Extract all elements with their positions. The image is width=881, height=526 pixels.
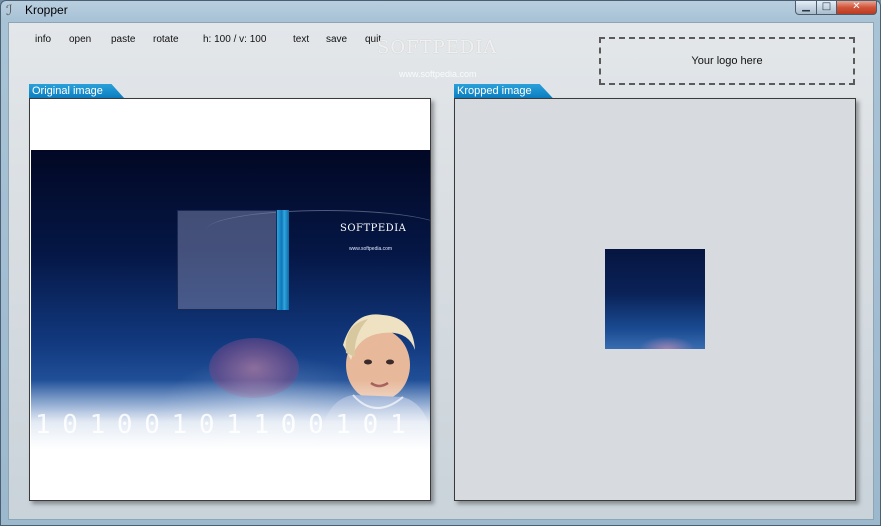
menu-item-open[interactable]: open: [69, 34, 91, 45]
tab-kropped-image: Kropped image: [454, 84, 554, 99]
logo-placeholder: Your logo here: [599, 37, 855, 85]
kropped-image-panel: [454, 98, 856, 501]
close-button[interactable]: ✕: [837, 1, 877, 15]
binary-digits-decoration: 1 0 1 0 0 1 0 1 1 0 0 1 0 1: [35, 410, 406, 440]
minimize-button[interactable]: ▁: [795, 1, 817, 15]
logo-placeholder-text: Your logo here: [691, 55, 763, 67]
client-area: info open paste rotate h: 100 / v: 100 t…: [8, 22, 874, 520]
menu-item-save[interactable]: save: [326, 34, 347, 45]
menu-item-info[interactable]: info: [35, 34, 51, 45]
menu-item-paste[interactable]: paste: [111, 34, 135, 45]
kropper-app-icon: ℐ: [6, 3, 13, 19]
menu-item-text[interactable]: text: [293, 34, 309, 45]
photo-brand-text: SOFTPEDIA: [340, 223, 407, 234]
window-title: Kropper: [25, 3, 68, 17]
softpedia-watermark: SOFTPEDIA: [377, 37, 498, 58]
maximize-button[interactable]: □: [817, 1, 837, 15]
crop-selection-rectangle[interactable]: [177, 210, 277, 310]
title-bar[interactable]: ℐ Kropper ▁ □ ✕: [1, 1, 880, 21]
original-image-panel: SOFTPEDIA www.softpedia.com 1 0 1 0 0 1 …: [29, 98, 431, 501]
crop-resize-handle[interactable]: [277, 210, 289, 310]
app-window: ℐ Kropper ▁ □ ✕ info open paste rotate h…: [0, 0, 881, 526]
menu-item-rotate[interactable]: rotate: [153, 34, 179, 45]
kropped-image-preview: [605, 249, 705, 349]
size-readout: h: 100 / v: 100: [203, 34, 267, 45]
window-controls: ▁ □ ✕: [795, 1, 877, 15]
photo-brand-url: www.softpedia.com: [349, 246, 393, 252]
softpedia-watermark-url: www.softpedia.com: [399, 69, 477, 79]
tab-original-image: Original image: [29, 84, 125, 99]
